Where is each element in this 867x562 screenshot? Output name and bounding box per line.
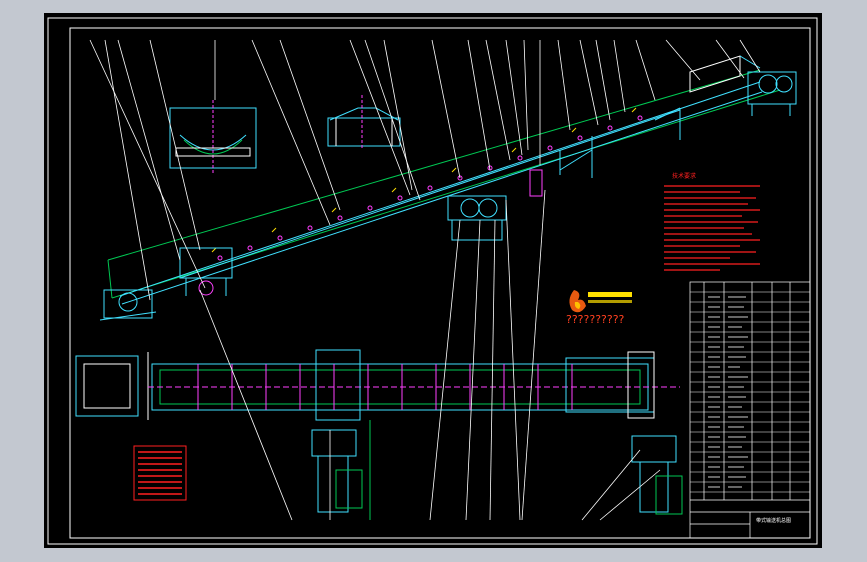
notes-title: 技术要求 xyxy=(672,172,696,180)
drawing-sheet xyxy=(44,13,822,548)
cad-drawing-viewport[interactable]: 技术要求 ?????????? 带式输送机总图 xyxy=(0,0,867,562)
logo-caption: ?????????? xyxy=(566,313,625,326)
drawing-title: 带式输送机总图 xyxy=(756,517,791,524)
